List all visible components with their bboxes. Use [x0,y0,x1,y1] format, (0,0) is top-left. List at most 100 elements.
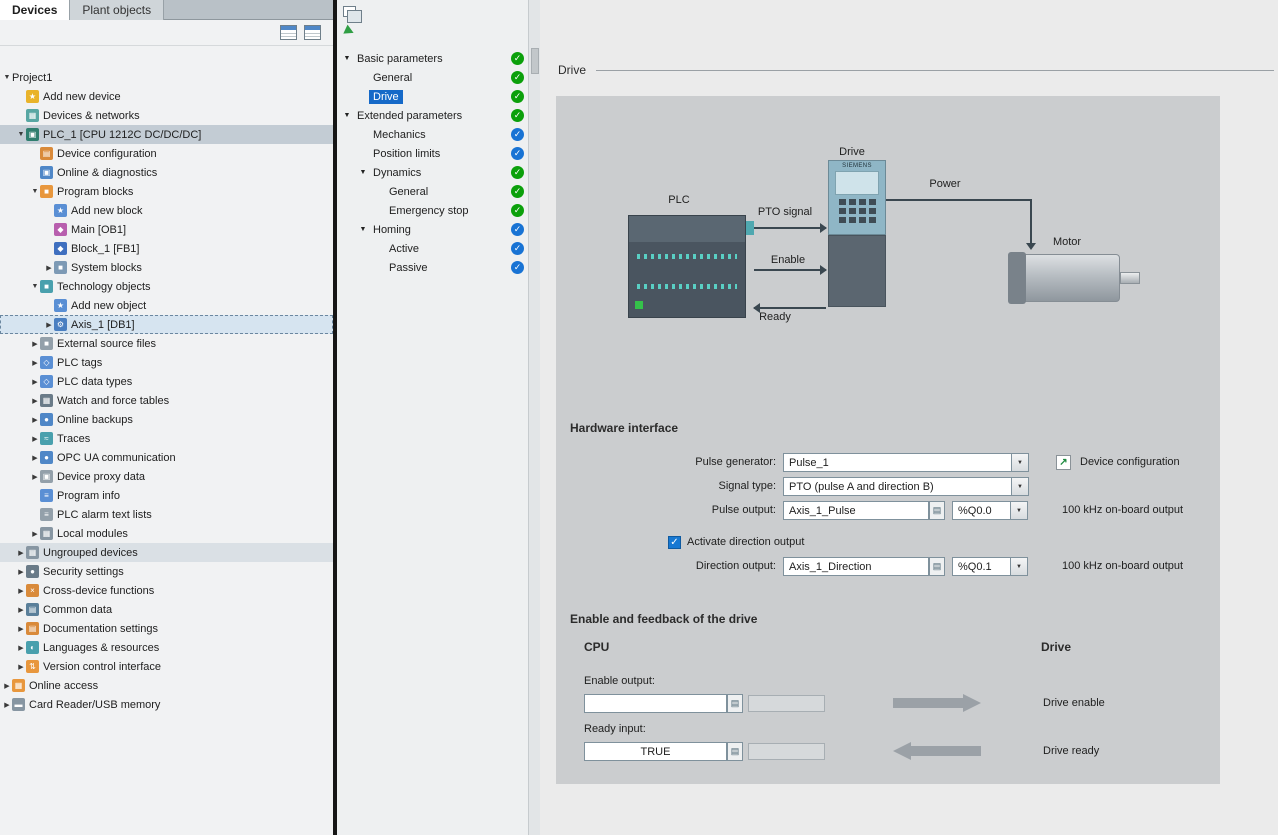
tree-item-program-info[interactable]: ≡Program info [0,486,333,505]
expander-icon[interactable]: ▼ [2,74,12,81]
tree-item-add-new-block[interactable]: ★Add new block [0,201,333,220]
pulse-output-symbol-table-button[interactable]: ▤ [929,501,945,520]
nav-item-position-limits[interactable]: Position limits✓ [337,144,540,163]
direction-output-field[interactable]: Axis_1_Direction [783,557,929,576]
pulse-generator-dropdown-icon[interactable]: ▼ [1011,454,1028,471]
overview-icon[interactable] [304,25,321,40]
expander-icon[interactable]: ▼ [341,55,353,62]
nav-item-active[interactable]: Active✓ [337,239,540,258]
tree-item-program-blocks[interactable]: ▼■Program blocks [0,182,333,201]
nav-item-general[interactable]: General✓ [337,68,540,87]
tree-item-main-ob1[interactable]: ◆Main [OB1] [0,220,333,239]
tree-item-local-modules[interactable]: ▶▦Local modules [0,524,333,543]
tree-item-technology-objects[interactable]: ▼■Technology objects [0,277,333,296]
expander-icon[interactable]: ▼ [16,131,26,138]
expander-icon[interactable]: ▶ [30,416,40,424]
tree-item-plc-tags[interactable]: ▶◇PLC tags [0,353,333,372]
nav-item-dynamics[interactable]: ▼Dynamics✓ [337,163,540,182]
tree-item-system-blocks[interactable]: ▶■System blocks [0,258,333,277]
tab-plant-objects[interactable]: Plant objects [69,0,164,20]
direction-output-address-select[interactable]: %Q0.1 ▼ [952,557,1028,576]
nav-item-extended-parameters[interactable]: ▼Extended parameters✓ [337,106,540,125]
expander-icon[interactable]: ▶ [16,587,26,595]
tree-item-axis-1-db1[interactable]: ▶⚙Axis_1 [DB1] [0,315,333,334]
nav-item-general[interactable]: General✓ [337,182,540,201]
tree-item-project1[interactable]: ▼Project1 [0,68,333,87]
expander-icon[interactable]: ▼ [357,226,369,233]
tree-item-device-proxy-data[interactable]: ▶▣Device proxy data [0,467,333,486]
windows-icon[interactable] [343,6,356,17]
signal-type-dropdown-icon[interactable]: ▼ [1011,478,1028,495]
expander-icon[interactable]: ▼ [341,112,353,119]
tree-item-languages-resources[interactable]: ▶◐Languages & resources [0,638,333,657]
tree-item-watch-and-force-tables[interactable]: ▶▦Watch and force tables [0,391,333,410]
enable-output-symbol-table-button[interactable]: ▤ [727,694,743,713]
nav-item-drive[interactable]: Drive✓ [337,87,540,106]
pulse-generator-select[interactable]: Pulse_1 ▼ [783,453,1029,472]
signal-type-select[interactable]: PTO (pulse A and direction B) ▼ [783,477,1029,496]
tree-item-documentation-settings[interactable]: ▶▤Documentation settings [0,619,333,638]
expander-icon[interactable]: ▶ [44,321,54,329]
tree-item-external-source-files[interactable]: ▶■External source files [0,334,333,353]
tree-item-cross-device-functions[interactable]: ▶×Cross-device functions [0,581,333,600]
tree-item-card-reader-usb-memory[interactable]: ▶▬Card Reader/USB memory [0,695,333,714]
expander-icon[interactable]: ▶ [30,397,40,405]
expander-icon[interactable]: ▶ [16,606,26,614]
expander-icon[interactable]: ▶ [2,701,12,709]
activate-direction-checkbox[interactable]: ✓ [668,536,681,549]
expander-icon[interactable]: ▶ [30,378,40,386]
scrollbar-thumb[interactable] [531,48,539,74]
tree-item-online-backups[interactable]: ▶●Online backups [0,410,333,429]
tree-item-ungrouped-devices[interactable]: ▶▦Ungrouped devices [0,543,333,562]
expander-icon[interactable]: ▶ [30,530,40,538]
pulse-output-address-dropdown-icon[interactable]: ▼ [1010,502,1027,519]
device-configuration-link-icon[interactable]: ↗ [1056,455,1071,470]
tree-item-online-diagnostics[interactable]: ▣Online & diagnostics [0,163,333,182]
tree-item-version-control-interface[interactable]: ▶⇅Version control interface [0,657,333,676]
tree-item-plc-1-cpu-1212c-dc-dc-dc[interactable]: ▼▣PLC_1 [CPU 1212C DC/DC/DC] [0,125,333,144]
tree-item-online-access[interactable]: ▶▦Online access [0,676,333,695]
expander-icon[interactable]: ▶ [30,340,40,348]
tree-item-plc-alarm-text-lists[interactable]: ≡PLC alarm text lists [0,505,333,524]
tree-item-block-1-fb1[interactable]: ◆Block_1 [FB1] [0,239,333,258]
direction-output-symbol-table-button[interactable]: ▤ [929,557,945,576]
expander-icon[interactable]: ▶ [16,663,26,671]
nav-item-emergency-stop[interactable]: Emergency stop✓ [337,201,540,220]
expander-icon[interactable]: ▼ [30,188,40,195]
details-view-icon[interactable] [280,25,297,40]
expander-icon[interactable]: ▶ [16,568,26,576]
tree-item-devices-networks[interactable]: ▦Devices & networks [0,106,333,125]
expander-icon[interactable]: ▶ [30,359,40,367]
go-arrow-icon[interactable] [343,25,355,38]
expander-icon[interactable]: ▶ [16,625,26,633]
expander-icon[interactable]: ▶ [44,264,54,272]
ready-input-symbol-table-button[interactable]: ▤ [727,742,743,761]
expander-icon[interactable]: ▶ [16,549,26,557]
expander-icon[interactable]: ▶ [30,454,40,462]
expander-icon[interactable]: ▶ [30,435,40,443]
expander-icon[interactable]: ▶ [16,644,26,652]
expander-icon[interactable]: ▶ [2,682,12,690]
tree-item-plc-data-types[interactable]: ▶◇PLC data types [0,372,333,391]
tree-item-device-configuration[interactable]: ▤Device configuration [0,144,333,163]
nav-item-homing[interactable]: ▼Homing✓ [337,220,540,239]
expander-icon[interactable]: ▼ [357,169,369,176]
device-configuration-link[interactable]: Device configuration [1080,453,1180,472]
tab-devices[interactable]: Devices [0,0,69,20]
tree-item-opc-ua-communication[interactable]: ▶●OPC UA communication [0,448,333,467]
nav-item-mechanics[interactable]: Mechanics✓ [337,125,540,144]
direction-output-address-dropdown-icon[interactable]: ▼ [1010,558,1027,575]
pulse-output-address-select[interactable]: %Q0.0 ▼ [952,501,1028,520]
ready-input-field[interactable]: TRUE [584,742,727,761]
nav-item-basic-parameters[interactable]: ▼Basic parameters✓ [337,49,540,68]
tree-item-traces[interactable]: ▶≈Traces [0,429,333,448]
tree-item-security-settings[interactable]: ▶●Security settings [0,562,333,581]
tree-item-common-data[interactable]: ▶▤Common data [0,600,333,619]
nav-scrollbar[interactable] [528,0,540,835]
tree-item-add-new-object[interactable]: ★Add new object [0,296,333,315]
nav-item-passive[interactable]: Passive✓ [337,258,540,277]
pulse-output-field[interactable]: Axis_1_Pulse [783,501,929,520]
tree-item-add-new-device[interactable]: ★Add new device [0,87,333,106]
enable-output-field[interactable] [584,694,727,713]
expander-icon[interactable]: ▼ [30,283,40,290]
